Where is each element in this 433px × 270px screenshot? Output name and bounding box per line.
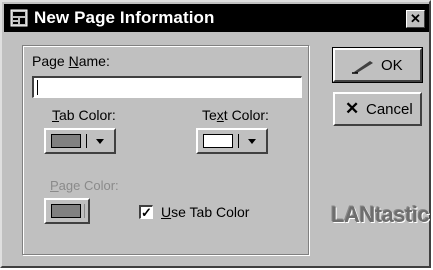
x-icon: ✕ <box>345 99 360 118</box>
ok-button[interactable]: OK <box>332 47 423 83</box>
page-name-label: Page Name: <box>32 53 110 69</box>
page-color-label: Page Color: <box>50 178 119 193</box>
text-color-dropdown[interactable] <box>196 128 268 154</box>
close-icon: ✕ <box>410 11 421 26</box>
close-button[interactable]: ✕ <box>406 10 425 28</box>
title-bar[interactable]: New Page Information ✕ <box>4 4 429 32</box>
checkmark-icon: ✓ <box>141 205 152 220</box>
tab-color-dropdown[interactable] <box>44 128 116 154</box>
tab-color-label: Tab Color: <box>52 107 116 123</box>
text-color-swatch <box>203 134 233 148</box>
dropdown-arrow-icon <box>248 139 256 144</box>
dropdown-arrow-icon <box>96 139 104 144</box>
tab-color-swatch <box>51 134 81 148</box>
notebook-icon <box>10 9 28 27</box>
page-color-button <box>44 198 90 224</box>
cancel-label: Cancel <box>366 101 413 118</box>
window-title: New Page Information <box>34 8 215 27</box>
pen-icon <box>352 61 373 74</box>
cancel-button[interactable]: ✕ Cancel <box>333 92 422 126</box>
dropdown-separator <box>238 134 239 148</box>
use-tab-color-label[interactable]: Use Tab Color <box>161 204 249 220</box>
dropdown-separator <box>86 134 87 148</box>
page-name-input[interactable] <box>32 76 302 98</box>
use-tab-color-checkbox[interactable]: ✓ <box>139 205 153 219</box>
page-color-swatch <box>51 204 81 218</box>
ok-label: OK <box>381 57 403 74</box>
lantastic-logo: LANtastic <box>331 202 430 227</box>
text-color-label: Text Color: <box>202 107 269 123</box>
dropdown-separator <box>84 204 85 218</box>
text-caret <box>37 80 38 95</box>
